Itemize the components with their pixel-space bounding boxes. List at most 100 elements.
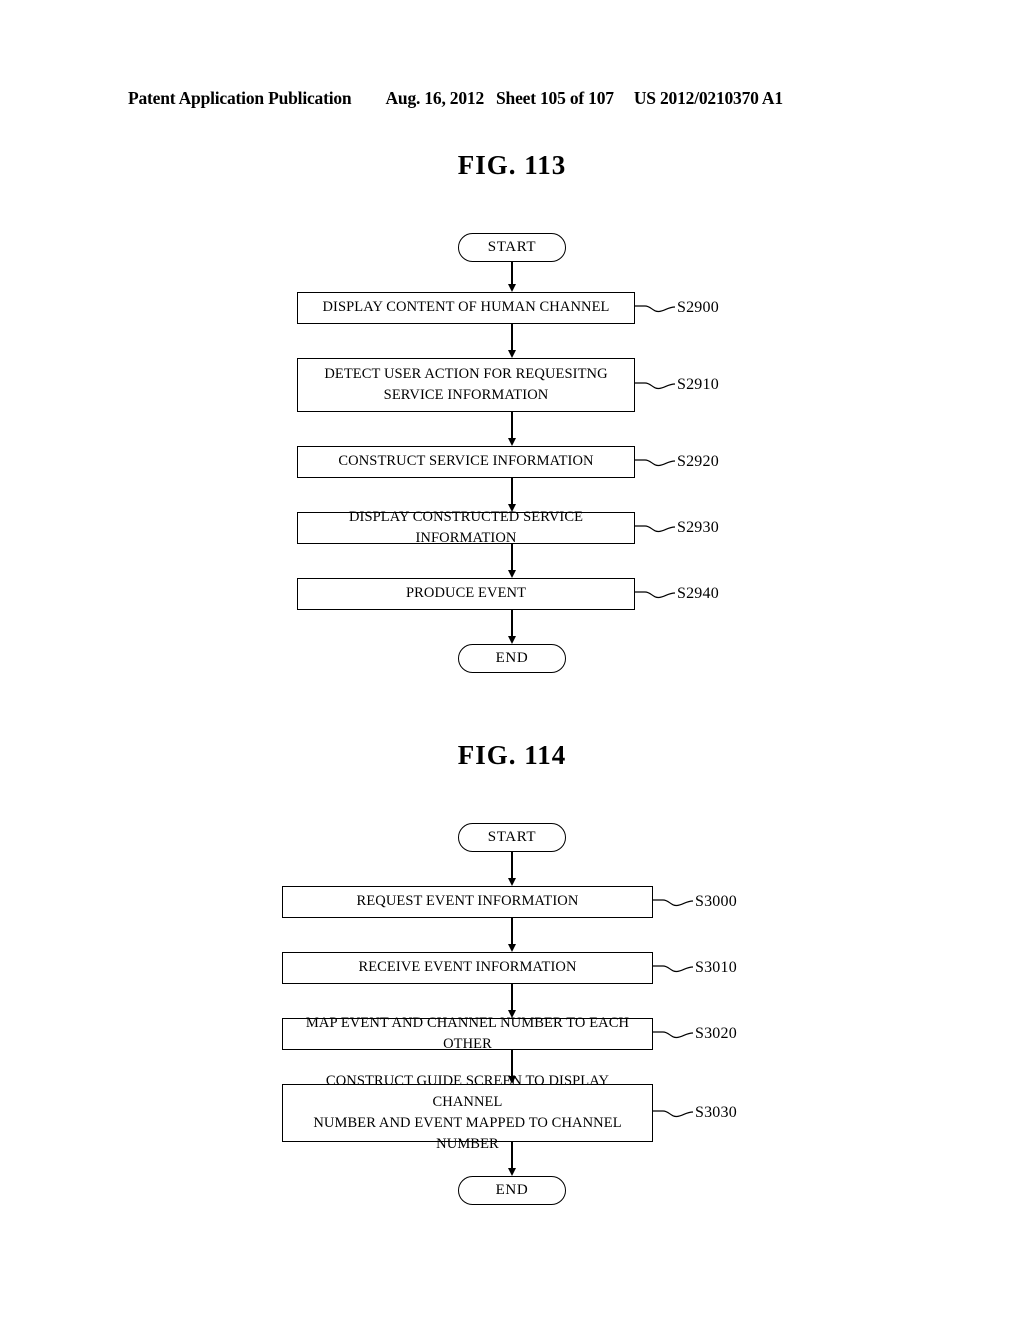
connector-line <box>511 262 513 286</box>
process-box-s2900: DISPLAY CONTENT OF HUMAN CHANNEL <box>297 292 635 324</box>
connector-s2900-to-s2910 <box>507 324 517 358</box>
figure-114-title: FIG. 114 <box>457 740 567 770</box>
step-row-s2930: DISPLAY CONSTRUCTED SERVICE INFORMATION … <box>297 509 727 546</box>
figure-113: FIG. 113 START DISPLAY CONTENT OF HUMAN … <box>0 150 1024 673</box>
connector-line <box>511 544 513 572</box>
arrowhead-icon <box>508 944 516 952</box>
leader-squiggle-icon <box>635 305 675 313</box>
connector-line <box>511 324 513 352</box>
start-terminal: START <box>458 233 566 262</box>
connector-s2930-to-s2940 <box>507 544 517 578</box>
process-box-s2910-line1: DETECT USER ACTION FOR REQUESITNG <box>324 365 608 382</box>
page-header: Patent Application Publication Aug. 16, … <box>128 88 896 109</box>
step-row-s3000: REQUEST EVENT INFORMATION S3000 <box>282 886 742 918</box>
start-terminal: START <box>458 823 566 852</box>
start-terminal-row: START <box>297 233 727 262</box>
publication-title: Patent Application Publication <box>128 88 352 108</box>
figure-114-flowchart: START REQUEST EVENT INFORMATION S3000 RE… <box>282 823 742 1205</box>
connector-s3030-to-end <box>507 1142 517 1176</box>
leader-line-s3010 <box>653 961 693 975</box>
connector-line <box>511 1142 513 1170</box>
process-box-s2910-text: DETECT USER ACTION FOR REQUESITNG SERVIC… <box>324 364 607 406</box>
step-row-s3020: MAP EVENT AND CHANNEL NUMBER TO EACH OTH… <box>282 1015 742 1052</box>
arrowhead-icon <box>508 878 516 886</box>
publication-number: US 2012/0210370 A1 <box>633 88 783 108</box>
end-terminal: END <box>458 1176 566 1205</box>
end-terminal-label: END <box>495 1182 529 1198</box>
process-box-s3030: CONSTRUCT GUIDE SCREEN TO DISPLAY CHANNE… <box>282 1073 653 1152</box>
process-box-s3010-text: RECEIVE EVENT INFORMATION <box>358 959 577 976</box>
step-label-s2920: S2920 <box>677 453 719 470</box>
end-terminal-row: END <box>297 644 727 673</box>
leader-squiggle-icon <box>635 591 675 599</box>
leader-line-s2920 <box>635 455 675 469</box>
process-box-s2900-text: DISPLAY CONTENT OF HUMAN CHANNEL <box>322 299 610 316</box>
figure-114: FIG. 114 START REQUEST EVENT INFORMATION… <box>0 740 1024 1205</box>
end-terminal-row: END <box>282 1176 742 1205</box>
step-label-s3000: S3000 <box>695 893 737 910</box>
connector-line <box>511 918 513 946</box>
process-box-s3010: RECEIVE EVENT INFORMATION <box>282 952 653 984</box>
step-row-s2910: DETECT USER ACTION FOR REQUESITNG SERVIC… <box>297 358 727 412</box>
process-box-s3030-text: CONSTRUCT GUIDE SCREEN TO DISPLAY CHANNE… <box>291 1071 644 1155</box>
process-box-s3030-line2: NUMBER AND EVENT MAPPED TO CHANNEL NUMBE… <box>313 1115 622 1153</box>
step-label-s2900: S2900 <box>677 299 719 316</box>
connector-line <box>511 852 513 880</box>
leader-line-s2930 <box>635 521 675 535</box>
step-label-s2940: S2940 <box>677 585 719 602</box>
leader-squiggle-icon <box>635 382 675 390</box>
step-row-s2920: CONSTRUCT SERVICE INFORMATION S2920 <box>297 446 727 478</box>
arrowhead-icon <box>508 570 516 578</box>
step-row-s2900: DISPLAY CONTENT OF HUMAN CHANNEL S2900 <box>297 292 727 324</box>
step-row-s3010: RECEIVE EVENT INFORMATION S3010 <box>282 952 742 984</box>
process-box-s2930-text: DISPLAY CONSTRUCTED SERVICE INFORMATION <box>348 508 584 546</box>
connector-line <box>511 610 513 638</box>
publication-date: Aug. 16, 2012 <box>385 88 484 108</box>
leader-squiggle-icon <box>653 965 693 973</box>
process-box-s2910: DETECT USER ACTION FOR REQUESITNG SERVIC… <box>297 358 635 412</box>
arrowhead-icon <box>508 284 516 292</box>
step-row-s3030: CONSTRUCT GUIDE SCREEN TO DISPLAY CHANNE… <box>282 1073 742 1152</box>
leader-line-s2910 <box>635 378 675 392</box>
start-terminal-label: START <box>487 829 537 845</box>
leader-line-s2900 <box>635 301 675 315</box>
connector-start-to-s2900 <box>507 262 517 292</box>
process-box-s3000: REQUEST EVENT INFORMATION <box>282 886 653 918</box>
process-box-s2940-text: PRODUCE EVENT <box>405 585 527 602</box>
connector-line <box>511 412 513 440</box>
leader-squiggle-icon <box>653 1110 693 1118</box>
process-box-s3030-line1: CONSTRUCT GUIDE SCREEN TO DISPLAY CHANNE… <box>325 1072 610 1110</box>
step-label-s2930: S2930 <box>677 519 719 536</box>
arrowhead-icon <box>508 636 516 644</box>
connector-s2910-to-s2920 <box>507 412 517 446</box>
arrowhead-icon <box>508 350 516 358</box>
end-terminal: END <box>458 644 566 673</box>
step-label-s3020: S3020 <box>695 1025 737 1042</box>
start-terminal-label: START <box>487 239 537 255</box>
process-box-s2910-line2: SERVICE INFORMATION <box>383 387 549 403</box>
leader-squiggle-icon <box>635 459 675 467</box>
leader-line-s3000 <box>653 895 693 909</box>
sheet-number: Sheet 105 of 107 <box>496 88 614 108</box>
leader-line-s3030 <box>653 1106 693 1120</box>
leader-squiggle-icon <box>653 899 693 907</box>
process-box-s3000-text: REQUEST EVENT INFORMATION <box>356 893 579 910</box>
step-row-s2940: PRODUCE EVENT S2940 <box>297 578 727 610</box>
figure-113-flowchart: START DISPLAY CONTENT OF HUMAN CHANNEL S… <box>297 233 727 673</box>
leader-line-s3020 <box>653 1027 693 1041</box>
arrowhead-icon <box>508 1168 516 1176</box>
step-label-s2910: S2910 <box>677 376 719 393</box>
leader-squiggle-icon <box>635 525 675 533</box>
step-label-s3010: S3010 <box>695 959 737 976</box>
end-terminal-label: END <box>495 650 529 666</box>
process-box-s2920: CONSTRUCT SERVICE INFORMATION <box>297 446 635 478</box>
start-terminal-row: START <box>282 823 742 852</box>
connector-s2940-to-end <box>507 610 517 644</box>
process-box-s3020-text: MAP EVENT AND CHANNEL NUMBER TO EACH OTH… <box>305 1014 630 1052</box>
process-box-s2920-text: CONSTRUCT SERVICE INFORMATION <box>338 453 594 470</box>
arrowhead-icon <box>508 438 516 446</box>
connector-line <box>511 478 513 506</box>
connector-start-to-s3000 <box>507 852 517 886</box>
process-box-s2940: PRODUCE EVENT <box>297 578 635 610</box>
leader-line-s2940 <box>635 587 675 601</box>
